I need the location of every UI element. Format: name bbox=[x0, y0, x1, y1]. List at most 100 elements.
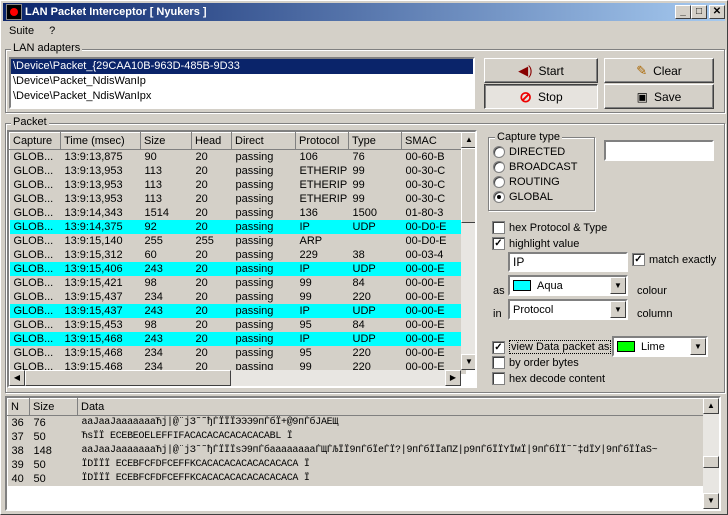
adapter-item[interactable]: \Device\Packet_{29CAA10B-963D-485B-9D33 bbox=[11, 59, 473, 74]
highlight-checkbox[interactable]: ✓ highlight value bbox=[492, 237, 579, 250]
data-vscroll[interactable]: ▲ ▼ bbox=[703, 398, 719, 509]
table-row[interactable]: GLOB... 13:9:15,468 234 20 passing 95 220 00-00… bbox=[9, 346, 466, 360]
scroll-thumb[interactable] bbox=[461, 148, 475, 223]
table-cell: 20 bbox=[191, 276, 232, 290]
scroll-left-icon[interactable]: ◀ bbox=[9, 370, 25, 386]
table-cell: 60 bbox=[140, 248, 192, 262]
maximize-button[interactable]: □ bbox=[691, 5, 707, 19]
scroll-thumb[interactable] bbox=[703, 456, 719, 468]
clear-button[interactable]: ✎ Clear bbox=[604, 58, 714, 83]
table-cell: 90 bbox=[140, 149, 192, 164]
table-cell: 38 bbox=[348, 248, 402, 262]
list-item[interactable]: 39 50 ЇDЇЇЇ ECEBFCFDFCEFFKCACACACACACACACA… bbox=[7, 458, 704, 472]
table-row[interactable]: GLOB... 13:9:15,406 243 20 passing IP UDP 00-00… bbox=[9, 262, 466, 276]
table-row[interactable]: GLOB... 13:9:15,437 243 20 passing IP UDP 00-00… bbox=[9, 304, 466, 318]
scroll-down-icon[interactable]: ▼ bbox=[703, 493, 719, 509]
table-cell: 99 bbox=[295, 276, 349, 290]
table-cell: 00-30-C bbox=[401, 192, 466, 206]
table-row[interactable]: GLOB... 13:9:13,953 113 20 passing ETHERIP 99 0… bbox=[9, 192, 466, 206]
menu-help[interactable]: ? bbox=[43, 23, 61, 39]
order-bytes-checkbox[interactable]: by order bytes bbox=[492, 356, 579, 369]
data-table[interactable]: N Size Data 36 76 ааЈааЈаааааааЋј|@¨јЗ˜˜ђЃЇЇ… bbox=[5, 396, 721, 511]
packet-vscroll[interactable]: ▲ ▼ bbox=[461, 132, 475, 370]
table-cell: 148 bbox=[29, 444, 78, 458]
list-item[interactable]: 36 76 ааЈааЈаааааааЋј|@¨јЗ˜˜ђЃЇЇЇЭЭЭ9пЃбЇ+… bbox=[7, 415, 704, 430]
dropdown-arrow-icon[interactable]: ▼ bbox=[610, 277, 626, 294]
table-row[interactable]: GLOB... 13:9:13,953 113 20 passing ETHERIP 99 0… bbox=[9, 164, 466, 178]
table-cell: passing bbox=[231, 234, 296, 248]
hscroll-thumb[interactable] bbox=[25, 370, 231, 386]
adapters-list[interactable]: \Device\Packet_{29CAA10B-963D-485B-9D33 … bbox=[9, 57, 475, 109]
adapter-item[interactable]: \Device\Packet_NdisWanIpx bbox=[11, 89, 473, 104]
view-colour-select[interactable]: Lime ▼ bbox=[612, 336, 708, 357]
table-row[interactable]: GLOB... 13:9:15,468 243 20 passing IP UDP 00-00… bbox=[9, 332, 466, 346]
column-header[interactable]: Head bbox=[191, 132, 232, 150]
list-item[interactable]: 38 148 ааЈааЈаааааааЋј|@¨јЗ˜˜ђЃЇЇЇsЭ9пЃбаа… bbox=[7, 444, 704, 458]
close-button[interactable]: ✕ bbox=[709, 5, 725, 19]
list-item[interactable]: 40 50 ЇDЇЇЇ ECEBFCFDFCEFFKCACACACACACACACA… bbox=[7, 472, 704, 486]
table-row[interactable]: GLOB... 13:9:15,437 234 20 passing 99 220 00-00… bbox=[9, 290, 466, 304]
stop-button[interactable]: ⊘ Stop bbox=[484, 84, 598, 109]
column-header[interactable]: Time (msec) bbox=[60, 132, 141, 150]
table-row[interactable]: GLOB... 13:9:15,140 255 255 passing ARP 00-D0-… bbox=[9, 234, 466, 248]
menu-suite[interactable]: Suite bbox=[3, 23, 40, 39]
checkmark-icon: ✓ bbox=[492, 237, 505, 250]
table-row[interactable]: GLOB... 13:9:13,875 90 20 passing 106 76 00-60-… bbox=[9, 149, 466, 164]
filter-input[interactable] bbox=[604, 140, 714, 161]
save-button[interactable]: ▣ Save bbox=[604, 84, 714, 109]
scroll-up-icon[interactable]: ▲ bbox=[703, 398, 719, 414]
title-bar[interactable]: LAN Packet Interceptor [ Nyukers ] _ □ ✕ bbox=[3, 3, 725, 21]
radio-routing[interactable]: ROUTING bbox=[493, 176, 560, 188]
table-row[interactable]: GLOB... 13:9:15,312 60 20 passing 229 38 00-03-… bbox=[9, 248, 466, 262]
column-header[interactable]: Type bbox=[348, 132, 402, 150]
column-header[interactable]: Protocol bbox=[295, 132, 349, 150]
table-row[interactable]: GLOB... 13:9:15,421 98 20 passing 99 84 00-00-E bbox=[9, 276, 466, 290]
highlight-value-input[interactable]: IP bbox=[508, 252, 628, 272]
hex-protocol-checkbox[interactable]: hex Protocol & Type bbox=[492, 221, 607, 234]
table-cell: UDP bbox=[348, 304, 402, 318]
radio-broadcast[interactable]: BROADCAST bbox=[493, 161, 577, 173]
table-cell: GLOB... bbox=[9, 149, 61, 164]
table-row[interactable]: GLOB... 13:9:14,375 92 20 passing IP UDP 00-D0-… bbox=[9, 220, 466, 234]
table-row[interactable]: GLOB... 13:9:15,453 98 20 passing 95 84 00-00-E bbox=[9, 318, 466, 332]
dropdown-arrow-icon[interactable]: ▼ bbox=[610, 301, 626, 318]
table-row[interactable]: GLOB... 13:9:14,343 1514 20 passing 136 1500 01… bbox=[9, 206, 466, 220]
column-header[interactable]: N bbox=[7, 398, 30, 416]
checkmark-icon: ✓ bbox=[492, 340, 505, 354]
scroll-down-icon[interactable]: ▼ bbox=[461, 354, 475, 370]
packet-hscroll[interactable]: ◀ ▶ bbox=[9, 370, 461, 386]
radio-global[interactable]: GLOBAL bbox=[493, 191, 553, 203]
table-cell: 76 bbox=[29, 415, 78, 430]
table-cell: 13:9:13,953 bbox=[60, 164, 141, 178]
column-header[interactable]: Data bbox=[77, 398, 704, 416]
table-cell: 00-00-E bbox=[401, 304, 466, 318]
match-exactly-checkbox[interactable]: ✓ match exactly bbox=[632, 253, 716, 266]
scroll-right-icon[interactable]: ▶ bbox=[445, 370, 461, 386]
colour-select[interactable]: Aqua ▼ bbox=[508, 275, 628, 296]
table-cell: 20 bbox=[191, 262, 232, 276]
colour-label: colour bbox=[637, 285, 667, 297]
table-cell: passing bbox=[231, 178, 296, 192]
column-header[interactable]: Size bbox=[140, 132, 192, 150]
adapter-item[interactable]: \Device\Packet_NdisWanIp bbox=[11, 74, 473, 89]
view-data-checkbox[interactable]: ✓ view Data packet as bbox=[492, 340, 612, 354]
table-cell: passing bbox=[231, 318, 296, 332]
column-header[interactable]: Size bbox=[29, 398, 78, 416]
list-item[interactable]: 37 50 ЋsЇЇ ECEBEOELEFFIFACACACACACACACABL … bbox=[7, 430, 704, 444]
column-header[interactable]: Direct bbox=[231, 132, 296, 150]
start-label: Start bbox=[538, 63, 564, 78]
minimize-button[interactable]: _ bbox=[675, 5, 691, 19]
dropdown-arrow-icon[interactable]: ▼ bbox=[690, 338, 706, 355]
column-select[interactable]: Protocol ▼ bbox=[508, 299, 628, 320]
scroll-up-icon[interactable]: ▲ bbox=[461, 132, 475, 148]
save-label: Save bbox=[653, 89, 682, 104]
start-button[interactable]: ◀) Start bbox=[484, 58, 598, 83]
table-row[interactable]: GLOB... 13:9:13,953 113 20 passing ETHERIP 99 0… bbox=[9, 178, 466, 192]
radio-directed[interactable]: DIRECTED bbox=[493, 146, 565, 158]
table-cell: ETHERIP bbox=[295, 192, 349, 206]
column-header[interactable]: Capture bbox=[9, 132, 61, 150]
table-cell: GLOB... bbox=[9, 206, 61, 220]
packet-table[interactable]: Capture Time (msec) Size Head Direct Protocol… bbox=[7, 130, 477, 388]
column-header[interactable]: SMAC bbox=[401, 132, 466, 150]
hex-decode-checkbox[interactable]: hex decode content bbox=[492, 372, 605, 385]
